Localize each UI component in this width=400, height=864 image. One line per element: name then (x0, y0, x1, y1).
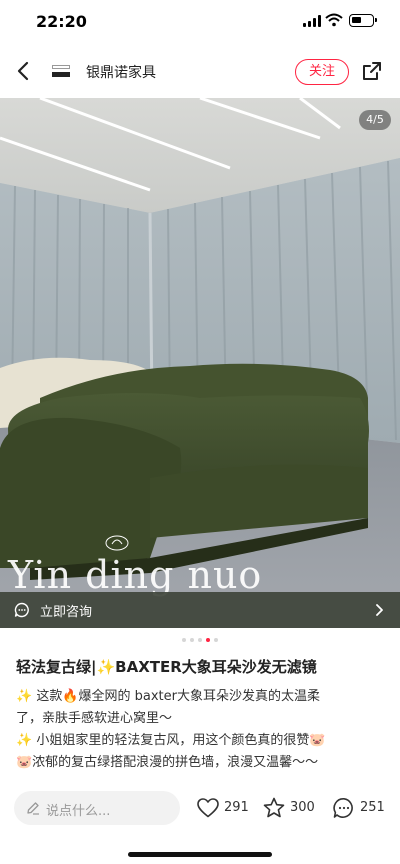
sofa-photo-image (0, 98, 400, 628)
status-time: 22:20 (36, 12, 87, 31)
pagination-dot-active (206, 638, 210, 642)
heart-icon (197, 798, 219, 818)
post-body-line: ✨ 小姐姐家里的轻法复古风，用这个颜色真的很赞🐷 (16, 733, 326, 748)
favorite-button[interactable]: 300 (262, 796, 322, 820)
image-pagination (0, 638, 400, 644)
like-count: 291 (224, 800, 249, 815)
pen-icon (27, 802, 39, 815)
star-icon (263, 797, 285, 818)
comment-input[interactable]: 说点什么... (14, 791, 180, 825)
pagination-dot (198, 638, 202, 642)
post-body-line: 🐷浓郁的复古绿搭配浪漫的拼色墙，浪漫又温馨～～ (16, 755, 319, 770)
like-button[interactable]: 291 (196, 796, 256, 820)
back-arrow-icon[interactable] (10, 57, 38, 85)
battery-icon (349, 14, 377, 27)
chat-bubble-icon (14, 602, 29, 618)
signal-icon (303, 15, 321, 27)
post-body-line: 了，亲肤手感软进心窝里～ (16, 711, 173, 726)
follow-button[interactable]: 关注 (295, 59, 349, 85)
consult-bar[interactable]: 立即咨询 (0, 592, 400, 628)
pagination-dot (190, 638, 194, 642)
status-bar: 22:20 (0, 0, 400, 44)
image-counter: 4/5 (359, 110, 391, 130)
comment-button[interactable]: 251 (332, 796, 392, 820)
post-title: 轻法复古绿|✨BAXTER大象耳朵沙发无滤镜 (16, 658, 317, 676)
chevron-right-icon[interactable] (372, 603, 386, 617)
post-body: ✨ 这款🔥爆全网的 baxter大象耳朵沙发真的太温柔 了，亲肤手感软进心窝里～… (16, 686, 388, 774)
consult-label[interactable]: 立即咨询 (40, 601, 92, 620)
pagination-dot (182, 638, 186, 642)
watermark-emblem-icon (105, 535, 129, 551)
header: 银鼎诺家具 关注 (0, 44, 400, 98)
shop-logo[interactable] (50, 61, 72, 81)
post-photo[interactable]: 4/5 (0, 98, 400, 628)
comment-placeholder: 说点什么... (46, 804, 111, 819)
shop-name[interactable]: 银鼎诺家具 (86, 62, 156, 82)
wifi-icon (325, 13, 343, 27)
share-icon[interactable] (360, 59, 384, 83)
favorite-count: 300 (290, 800, 315, 815)
home-indicator (128, 852, 272, 857)
post-body-line: ✨ 这款🔥爆全网的 baxter大象耳朵沙发真的太温柔 (16, 689, 320, 704)
pagination-dot (214, 638, 218, 642)
photo-watermark: Yin ding nuo (8, 553, 263, 597)
bottom-action-bar: 说点什么... 291 300 251 (0, 782, 400, 864)
comment-count: 251 (360, 800, 385, 815)
comment-icon (333, 798, 353, 818)
